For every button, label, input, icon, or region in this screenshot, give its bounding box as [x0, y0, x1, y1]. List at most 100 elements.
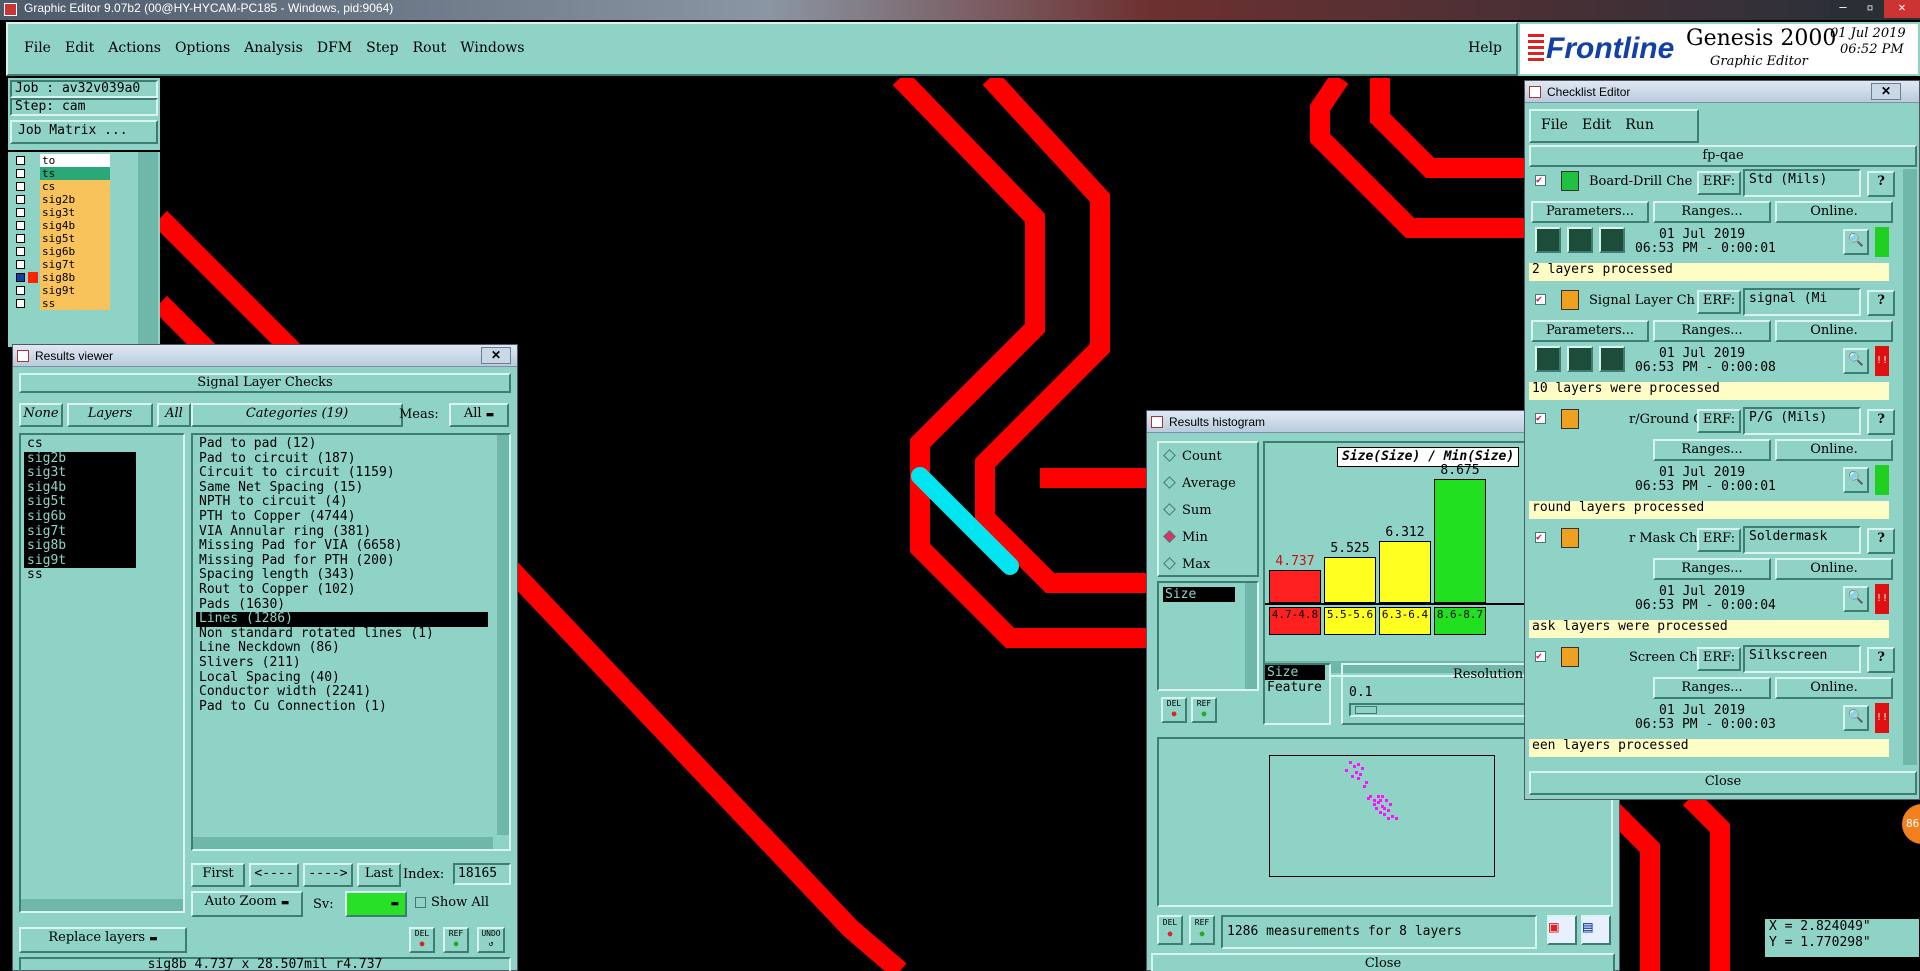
rv-category-item[interactable]: Non standard rotated lines (1)	[196, 626, 509, 642]
ck-enable-checkbox[interactable]: ✔	[1535, 532, 1546, 543]
hist-mode-sum[interactable]: Sum	[1163, 503, 1212, 521]
layer-checkbox[interactable]	[16, 234, 25, 243]
menu-actions[interactable]: Actions	[108, 40, 161, 56]
layer-row-ss[interactable]: ss	[14, 297, 110, 310]
ck-run-icon[interactable]	[1599, 227, 1625, 253]
layer-checkbox[interactable]	[16, 169, 25, 178]
menu-help[interactable]: Help	[1468, 40, 1502, 56]
hist-bar[interactable]	[1269, 570, 1321, 603]
rv-first-button[interactable]: First	[191, 863, 245, 887]
rv-none-button[interactable]: None	[19, 403, 63, 427]
layer-checkbox[interactable]	[16, 156, 25, 165]
layer-row-sig4b[interactable]: sig4b	[14, 219, 110, 232]
rv-layer-item[interactable]: sig2b	[24, 451, 136, 467]
rv-all-button[interactable]: All	[157, 403, 191, 427]
rv-layers-button[interactable]: Layers	[67, 403, 153, 427]
hist-bar[interactable]	[1434, 479, 1486, 603]
ck-zoom-icon[interactable]: 🔍	[1843, 348, 1869, 374]
ck-parameters-button[interactable]: Parameters...	[1531, 320, 1649, 342]
ck-erf-value[interactable]: signal (Mi	[1743, 288, 1861, 316]
ck-erf-button[interactable]: ERF:	[1697, 290, 1741, 314]
ck-run-icon[interactable]	[1535, 227, 1561, 253]
ck-erf-button[interactable]: ERF:	[1697, 409, 1741, 433]
rv-category-hscroll[interactable]	[193, 837, 493, 849]
hist-graph-icon[interactable]: ▤	[1581, 915, 1611, 945]
hist-bottom-del-icon[interactable]: DEL ●	[1157, 915, 1183, 945]
rv-next-button[interactable]: ---->	[303, 863, 353, 887]
hist-bottom-ref-icon[interactable]: REF ●	[1189, 915, 1215, 945]
ck-vscroll[interactable]	[1903, 169, 1917, 765]
ck-ranges-button[interactable]: Ranges...	[1653, 558, 1771, 580]
hist-del-icon[interactable]: DEL ●	[1161, 697, 1187, 723]
hist-close-button[interactable]: Close	[1151, 953, 1615, 971]
ck-erf-button[interactable]: ERF:	[1697, 171, 1741, 195]
menu-analysis[interactable]: Analysis	[244, 40, 303, 56]
ck-run-icon[interactable]	[1567, 346, 1593, 372]
ck-zoom-icon[interactable]: 🔍	[1843, 586, 1869, 612]
layer-checkbox[interactable]	[16, 247, 25, 256]
checklist-titlebar[interactable]: Checklist Editor ✕	[1525, 81, 1919, 103]
results-viewer-titlebar[interactable]: Results viewer ✕	[13, 345, 517, 367]
rv-category-item[interactable]: Pad to circuit (187)	[196, 451, 509, 467]
ck-menu-run[interactable]: Run	[1625, 117, 1654, 133]
layer-row-sig8b[interactable]: sig8b	[14, 271, 110, 284]
menu-dfm[interactable]: DFM	[317, 40, 352, 56]
ck-help-button[interactable]: ?	[1867, 290, 1895, 316]
ck-ranges-button[interactable]: Ranges...	[1653, 201, 1771, 223]
ck-ranges-button[interactable]: Ranges...	[1653, 439, 1771, 461]
menu-options[interactable]: Options	[175, 40, 230, 56]
rv-showall-checkbox[interactable]	[415, 897, 426, 908]
hist-mode-max[interactable]: Max	[1163, 557, 1210, 575]
hist-param-item[interactable]: Feature	[1265, 680, 1329, 695]
checklist-close-icon[interactable]: ✕	[1871, 83, 1901, 100]
ck-online-button[interactable]: Online.	[1775, 558, 1893, 580]
layer-row-ts[interactable]: ts	[14, 167, 110, 180]
rv-index-input[interactable]: 18165	[453, 863, 511, 885]
hist-size-item[interactable]: Size	[1163, 587, 1235, 602]
minimize-icon[interactable]: –	[1830, 0, 1856, 18]
slider-handle[interactable]	[1355, 706, 1377, 714]
hist-bar[interactable]	[1379, 541, 1431, 603]
rv-layer-item[interactable]: sig6b	[24, 509, 136, 525]
layer-checkbox[interactable]	[16, 286, 25, 295]
rv-replace-layers-select[interactable]: Replace layers ▬	[19, 927, 187, 953]
hist-mode-count[interactable]: Count	[1163, 449, 1222, 467]
menu-rout[interactable]: Rout	[413, 40, 447, 56]
ck-enable-checkbox[interactable]: ✔	[1535, 413, 1546, 424]
hist-size-scroll[interactable]	[1245, 583, 1257, 689]
ck-enable-checkbox[interactable]: ✔	[1535, 294, 1546, 305]
ck-erf-button[interactable]: ERF:	[1697, 528, 1741, 552]
ck-parameters-button[interactable]: Parameters...	[1531, 201, 1649, 223]
layer-checkbox[interactable]	[16, 221, 25, 230]
rv-category-item[interactable]: Circuit to circuit (1159)	[196, 466, 509, 481]
rv-layer-item[interactable]: sig4b	[24, 480, 136, 496]
rv-undo-icon[interactable]: UNDO ↺	[477, 927, 505, 953]
rv-category-list[interactable]: Pad to pad (12) Pad to circuit (187) Circu…	[191, 433, 511, 851]
hist-mode-average[interactable]: Average	[1163, 476, 1236, 494]
rv-category-item[interactable]: Slivers (211)	[196, 655, 509, 671]
ck-online-button[interactable]: Online.	[1775, 439, 1893, 461]
ck-online-button[interactable]: Online.	[1775, 677, 1893, 699]
rv-layer-item[interactable]: sig7t	[24, 524, 136, 540]
hist-size-list[interactable]: Size	[1157, 581, 1259, 691]
layer-checkbox[interactable]	[16, 299, 25, 308]
layer-row-sig3t[interactable]: sig3t	[14, 206, 110, 219]
rv-layer-item[interactable]: sig8b	[24, 539, 136, 554]
rv-del-icon[interactable]: DEL ●	[409, 927, 435, 953]
ck-erf-value[interactable]: Soldermask	[1743, 526, 1861, 554]
layer-row-sig7t[interactable]: sig7t	[14, 258, 110, 271]
ck-erf-value[interactable]: P/G (Mils)	[1743, 407, 1861, 435]
menu-windows[interactable]: Windows	[460, 40, 524, 56]
ck-menu-file[interactable]: File	[1541, 117, 1568, 133]
hist-ref-icon[interactable]: REF ●	[1191, 697, 1217, 723]
layer-row-sig2b[interactable]: sig2b	[14, 193, 110, 206]
ck-help-button[interactable]: ?	[1867, 647, 1895, 673]
rv-category-item[interactable]: Line Neckdown (86)	[196, 641, 509, 656]
ck-help-button[interactable]: ?	[1867, 171, 1895, 197]
ck-erf-value[interactable]: Std (Mils)	[1743, 169, 1861, 197]
ck-zoom-icon[interactable]: 🔍	[1843, 705, 1869, 731]
rv-category-item[interactable]: Rout to Copper (102)	[196, 582, 509, 598]
rv-category-item[interactable]: NPTH to circuit (4)	[196, 495, 509, 510]
rv-category-item[interactable]: Conductor width (2241)	[196, 684, 509, 700]
layer-row-sig9t[interactable]: sig9t	[14, 284, 110, 297]
